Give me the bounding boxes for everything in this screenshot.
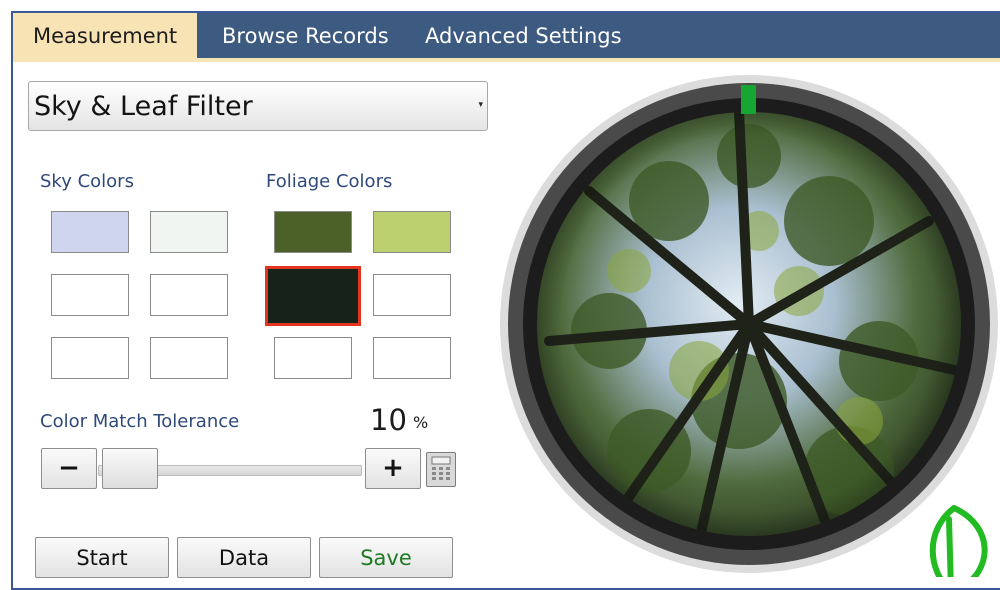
foliage-colors-label: Foliage Colors	[266, 171, 393, 192]
sky-color-swatch-5[interactable]	[51, 337, 129, 379]
tab-browse-records[interactable]: Browse Records	[222, 13, 389, 58]
tab-underline	[13, 58, 1000, 62]
tolerance-decrement-button[interactable]: −	[41, 448, 97, 489]
app-window: Measurement Browse Records Advanced Sett…	[11, 11, 1000, 590]
foliage-color-swatch-1[interactable]	[274, 211, 352, 253]
start-button[interactable]: Start	[35, 537, 169, 578]
tab-advanced-settings[interactable]: Advanced Settings	[425, 13, 622, 58]
tab-bar: Measurement Browse Records Advanced Sett…	[13, 13, 1000, 58]
tolerance-unit: %	[413, 413, 429, 432]
filter-dropdown-value: Sky & Leaf Filter	[34, 91, 253, 122]
sky-color-swatch-1[interactable]	[51, 211, 129, 253]
sky-colors-label: Sky Colors	[40, 171, 134, 192]
north-marker	[741, 85, 756, 114]
foliage-color-swatch-2[interactable]	[373, 211, 451, 253]
sky-color-swatch-3[interactable]	[51, 274, 129, 316]
calculator-icon[interactable]	[426, 452, 456, 487]
sky-color-swatch-2[interactable]	[150, 211, 228, 253]
tolerance-slider-thumb[interactable]	[102, 448, 158, 489]
tolerance-label: Color Match Tolerance	[40, 411, 240, 432]
foliage-color-swatch-5[interactable]	[274, 337, 352, 379]
foliage-color-swatch-3-selected[interactable]	[265, 266, 361, 326]
tolerance-value: 10	[370, 403, 407, 437]
tab-measurement[interactable]: Measurement	[13, 13, 198, 58]
dropdown-arrow-icon: ▾	[478, 100, 483, 110]
save-button[interactable]: Save	[319, 537, 453, 578]
canopy-fisheye-image	[500, 75, 998, 577]
leaf-logo-icon	[929, 505, 988, 577]
sky-color-swatch-6[interactable]	[150, 337, 228, 379]
foliage-color-swatch-4[interactable]	[373, 274, 451, 316]
data-button[interactable]: Data	[177, 537, 311, 578]
foliage-color-swatch-6[interactable]	[373, 337, 451, 379]
tolerance-increment-button[interactable]: +	[365, 448, 421, 489]
sky-color-swatch-4[interactable]	[150, 274, 228, 316]
filter-dropdown[interactable]: Sky & Leaf Filter ▾	[28, 81, 488, 131]
